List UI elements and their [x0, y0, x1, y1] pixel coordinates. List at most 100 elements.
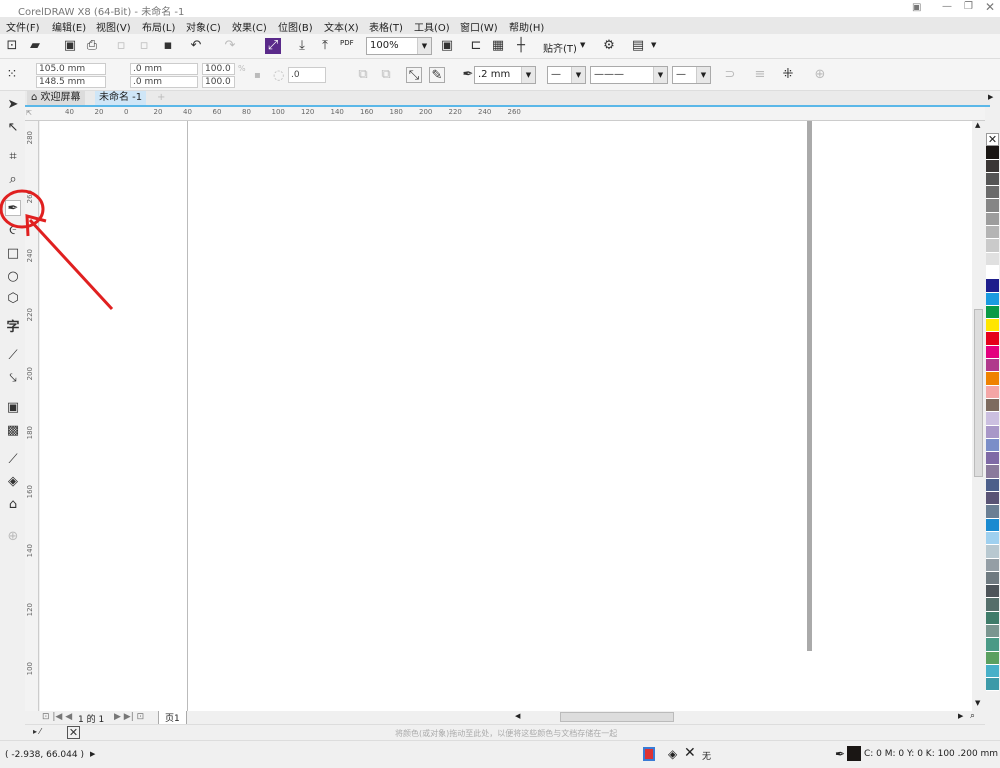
color-swatch[interactable] — [986, 611, 999, 625]
show-rulers-icon[interactable]: ⊏ — [468, 38, 484, 54]
color-swatch[interactable] — [986, 505, 999, 519]
crop-tool-icon[interactable]: ⌗ — [5, 149, 21, 165]
color-proof-icon[interactable] — [643, 747, 655, 761]
line-style-select[interactable]: ——— ▼ — [590, 66, 668, 84]
open-folder-icon[interactable]: ▰ — [27, 38, 43, 54]
x-position-field[interactable]: 105.0 mm — [36, 63, 106, 75]
color-swatch[interactable] — [986, 651, 999, 665]
save-icon[interactable]: ▣ — [62, 38, 78, 54]
menu-text[interactable]: 文本(X) — [324, 19, 359, 34]
horizontal-ruler[interactable]: 40 20 0 20 40 60 80 100 120 140 160 180 200 220 240 260 — [25, 107, 985, 121]
menu-table[interactable]: 表格(T) — [369, 19, 403, 34]
color-swatch[interactable] — [986, 226, 999, 240]
connector-tool-icon[interactable]: ⤥ — [5, 371, 21, 387]
node-select-icon[interactable]: ⤡ — [406, 67, 422, 83]
rotation-angle-field[interactable]: .0 — [288, 67, 326, 83]
user-icon[interactable]: ▣ — [912, 2, 921, 13]
height-field[interactable]: .0 mm — [130, 76, 198, 88]
page-tab[interactable]: 页1 — [158, 711, 187, 725]
close-button[interactable]: ✕ — [985, 0, 995, 14]
color-swatch[interactable] — [986, 146, 999, 160]
restore-button[interactable]: ❐ — [964, 1, 973, 12]
scroll-left-icon[interactable]: ◀ — [515, 712, 520, 720]
color-swatch[interactable] — [986, 571, 999, 586]
menu-view[interactable]: 视图(V) — [96, 19, 131, 34]
drawing-canvas[interactable] — [40, 121, 972, 711]
color-swatch[interactable] — [986, 398, 999, 413]
bounding-box-icon[interactable]: ⁜ — [780, 67, 796, 83]
zoom-level-select[interactable]: 100% ▼ — [366, 37, 432, 55]
color-swatch[interactable] — [986, 452, 999, 466]
menu-window[interactable]: 窗口(W) — [460, 19, 498, 34]
vertical-ruler[interactable]: 280 260 240 220 200 180 160 140 120 100 — [25, 121, 39, 711]
import-icon[interactable]: ⤓ — [294, 38, 310, 54]
copy-icon[interactable]: ▫ — [136, 38, 152, 54]
print-icon[interactable]: ⎙ — [84, 38, 100, 54]
scale-y-field[interactable]: 100.0 — [202, 76, 235, 88]
width-field[interactable]: .0 mm — [130, 63, 198, 75]
show-guidelines-icon[interactable]: ┼ — [513, 38, 529, 54]
pick-tool-icon[interactable]: ➤ — [5, 97, 21, 113]
menu-bitmap[interactable]: 位图(B) — [278, 19, 313, 34]
eyedropper-icon[interactable]: ⟋ — [5, 452, 21, 468]
color-swatch[interactable] — [986, 385, 999, 399]
outline-color-swatch[interactable] — [847, 746, 861, 761]
color-swatch[interactable] — [986, 279, 999, 293]
menu-effects[interactable]: 效果(C) — [232, 19, 267, 34]
search-content-icon[interactable]: ⤢ — [265, 38, 281, 54]
undo-icon[interactable]: ↶ — [188, 38, 204, 54]
redo-icon[interactable]: ↷ — [222, 38, 238, 54]
tab-welcome-screen[interactable]: ⌂ 欢迎屏幕 — [27, 91, 85, 105]
palette-menu-icon[interactable]: ▸ ⁄ — [33, 727, 41, 736]
mirror-vertical-icon[interactable]: ⧉ — [378, 67, 394, 83]
color-swatch[interactable] — [986, 332, 999, 346]
tab-document[interactable]: 未命名 -1 — [95, 91, 147, 105]
color-swatch[interactable] — [986, 664, 999, 679]
smart-fill-icon[interactable]: ⌂ — [5, 497, 21, 513]
menu-edit[interactable]: 编辑(E) — [52, 19, 86, 34]
pen-tool-icon[interactable]: ✒ — [5, 200, 21, 216]
color-swatch[interactable] — [986, 159, 999, 173]
page-nav-last-icon[interactable]: ▶ ▶| ⊡ — [114, 712, 144, 722]
ruler-origin-icon[interactable]: ⇱ — [26, 109, 32, 117]
color-swatch[interactable] — [986, 265, 999, 280]
color-swatch[interactable] — [986, 412, 999, 426]
artistic-media-icon[interactable]: ૯ — [5, 223, 21, 239]
close-curve-icon[interactable]: ⊃ — [722, 67, 738, 83]
color-swatch[interactable] — [986, 624, 999, 639]
color-swatch[interactable] — [986, 531, 999, 546]
ellipse-tool-icon[interactable]: ○ — [5, 269, 21, 285]
color-swatch[interactable] — [986, 319, 999, 333]
add-tool-icon[interactable]: ⊕ — [5, 529, 21, 545]
color-swatch[interactable] — [986, 199, 999, 213]
no-color-swatch[interactable]: ✕ — [986, 133, 999, 147]
new-document-icon[interactable]: ⊡ — [4, 38, 20, 54]
menu-object[interactable]: 对象(C) — [186, 19, 221, 34]
polygon-tool-icon[interactable]: ⬡ — [5, 291, 21, 307]
mirror-horizontal-icon[interactable]: ⧉ — [355, 67, 371, 83]
document-page[interactable] — [187, 121, 807, 711]
page-nav-first-icon[interactable]: ⊡ |◀ ◀ — [42, 712, 72, 722]
add-icon[interactable]: ⊕ — [812, 67, 828, 83]
color-swatch[interactable] — [986, 345, 999, 360]
app-launcher-icon[interactable]: ▤ — [630, 38, 646, 54]
scale-x-field[interactable]: 100.0 — [202, 63, 235, 75]
object-origin-icon[interactable]: ⁙ — [4, 67, 20, 83]
color-swatch[interactable] — [986, 372, 999, 386]
minimize-button[interactable]: — — [942, 1, 952, 12]
zoom-navigator-icon[interactable]: ⌕ — [970, 711, 975, 721]
interactive-fill-icon[interactable]: ◈ — [5, 474, 21, 490]
color-swatch[interactable] — [986, 212, 999, 227]
lock-ratio-icon[interactable]: ▪ — [254, 70, 261, 81]
menu-file[interactable]: 文件(F) — [6, 19, 40, 34]
color-swatch[interactable] — [986, 465, 999, 479]
no-color-swatch[interactable]: ✕ — [67, 726, 80, 739]
color-swatch[interactable] — [986, 292, 999, 306]
text-tool-icon[interactable]: 字 — [5, 320, 21, 336]
scroll-down-icon[interactable]: ▼ — [975, 699, 980, 707]
color-swatch[interactable] — [986, 239, 999, 253]
color-swatch[interactable] — [986, 186, 999, 200]
gear-icon[interactable]: ⚙ — [601, 38, 617, 54]
transparency-icon[interactable]: ▩ — [5, 423, 21, 439]
paste-icon[interactable]: ▪ — [160, 38, 176, 54]
